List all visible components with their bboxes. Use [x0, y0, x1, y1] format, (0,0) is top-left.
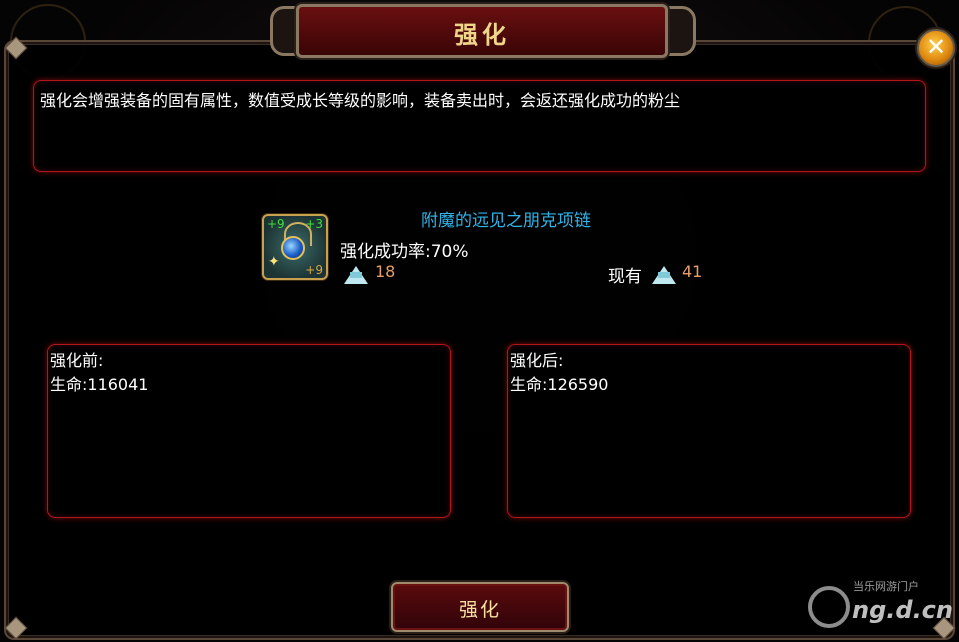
item-name: 附魔的远见之朋克项链: [421, 211, 591, 231]
enhance-button-label: 强化: [458, 599, 501, 621]
dust-crystal-icon: [344, 266, 368, 284]
watermark-site: 当乐网游门户: [853, 580, 919, 593]
watermark-domain: ng.d.cn: [852, 596, 953, 624]
after-heading: 强化后:: [510, 351, 564, 370]
after-stat: 生命:126590: [510, 375, 609, 394]
enhance-button[interactable]: 强化: [391, 582, 569, 632]
owned-amount: 41: [682, 262, 703, 281]
title-banner: 强化: [296, 4, 668, 58]
success-rate: 强化成功率:70%: [340, 242, 469, 262]
before-stat: 生命:116041: [50, 375, 149, 394]
watermark-logo: [808, 586, 850, 628]
sparkle-icon: ✦: [268, 254, 280, 270]
description-text: 强化会增强装备的固有属性，数值受成长等级的影响，装备卖出时，会返还强化成功的粉尘: [40, 91, 681, 110]
item-tag-top-left: +9: [267, 217, 285, 231]
game-screen: 强化 ✕ 强化会增强装备的固有属性，数值受成长等级的影响，装备卖出时，会返还强化…: [0, 0, 959, 642]
necklace-icon: [281, 236, 305, 260]
item-tag-bottom-right: +9: [305, 263, 323, 277]
item-slot[interactable]: ✦ +9 +3 +9: [262, 214, 328, 280]
owned-label: 现有: [608, 267, 642, 287]
close-button[interactable]: ✕: [917, 29, 955, 67]
dust-crystal-icon: [652, 266, 676, 284]
before-heading: 强化前:: [50, 351, 104, 370]
enhance-cost: 18: [375, 262, 396, 281]
item-tag-top-right: +3: [305, 217, 323, 231]
close-icon: ✕: [925, 33, 947, 61]
dialog-title: 强化: [454, 21, 510, 49]
